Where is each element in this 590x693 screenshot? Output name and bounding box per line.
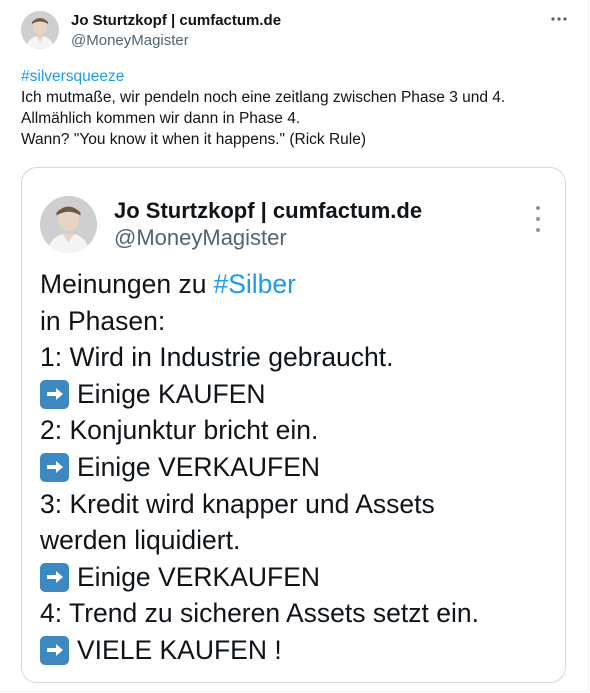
quoted-author-name[interactable]: Jo Sturtzkopf | cumfactum.de xyxy=(114,198,422,224)
quoted-line: Einige KAUFEN xyxy=(77,378,266,409)
quoted-line: 4: Trend zu sicheren Assets setzt ein. xyxy=(40,598,479,629)
avatar-image xyxy=(21,11,59,49)
quoted-line: VIELE KAUFEN ! xyxy=(77,634,282,665)
hashtag-link[interactable]: #Silber xyxy=(213,266,296,303)
tweet-line: Allmählich kommen wir dann in Phase 4. xyxy=(21,110,301,127)
right-arrow-emoji-icon xyxy=(40,379,69,409)
tweet-line: Ich mutmaße, wir pendeln noch eine zeitl… xyxy=(21,89,506,106)
quoted-tweet-text: Meinungen zu #Silber in Phasen: 1: Wird … xyxy=(40,266,560,669)
tweet-text: #silversqueeze Ich mutmaße, wir pendeln … xyxy=(21,66,571,150)
quoted-line: Einige VERKAUFEN xyxy=(77,561,321,592)
avatar-image xyxy=(40,196,97,253)
quoted-line: werden liquidiert. xyxy=(40,525,241,556)
more-vertical-icon[interactable] xyxy=(528,206,548,232)
author-name[interactable]: Jo Sturtzkopf | cumfactum.de xyxy=(71,12,281,29)
right-arrow-emoji-icon xyxy=(40,635,69,665)
quoted-line: 1: Wird in Industrie gebraucht. xyxy=(40,342,394,373)
tweet-line: Wann? "You know it when it happens." (Ri… xyxy=(21,131,367,148)
quoted-author-avatar[interactable] xyxy=(40,196,97,253)
author-avatar[interactable] xyxy=(21,11,59,49)
quoted-line: 3: Kredit wird knapper und Assets xyxy=(40,488,435,519)
quoted-line: 2: Konjunktur bricht ein. xyxy=(40,415,319,446)
author-handle[interactable]: @MoneyMagister xyxy=(71,32,189,49)
quoted-author-handle[interactable]: @MoneyMagister xyxy=(114,225,287,251)
quoted-line: Einige VERKAUFEN xyxy=(77,451,321,482)
more-dots-glyph xyxy=(551,17,567,21)
quoted-title-text: Meinungen zu xyxy=(40,269,207,299)
hashtag-link[interactable]: #silversqueeze xyxy=(21,68,124,85)
quoted-line: in Phasen: xyxy=(40,305,166,336)
right-arrow-emoji-icon xyxy=(40,562,69,592)
right-arrow-emoji-icon xyxy=(40,452,69,482)
more-horizontal-icon[interactable] xyxy=(550,10,568,28)
quoted-tweet-card[interactable]: Jo Sturtzkopf | cumfactum.de @MoneyMagis… xyxy=(21,167,566,683)
